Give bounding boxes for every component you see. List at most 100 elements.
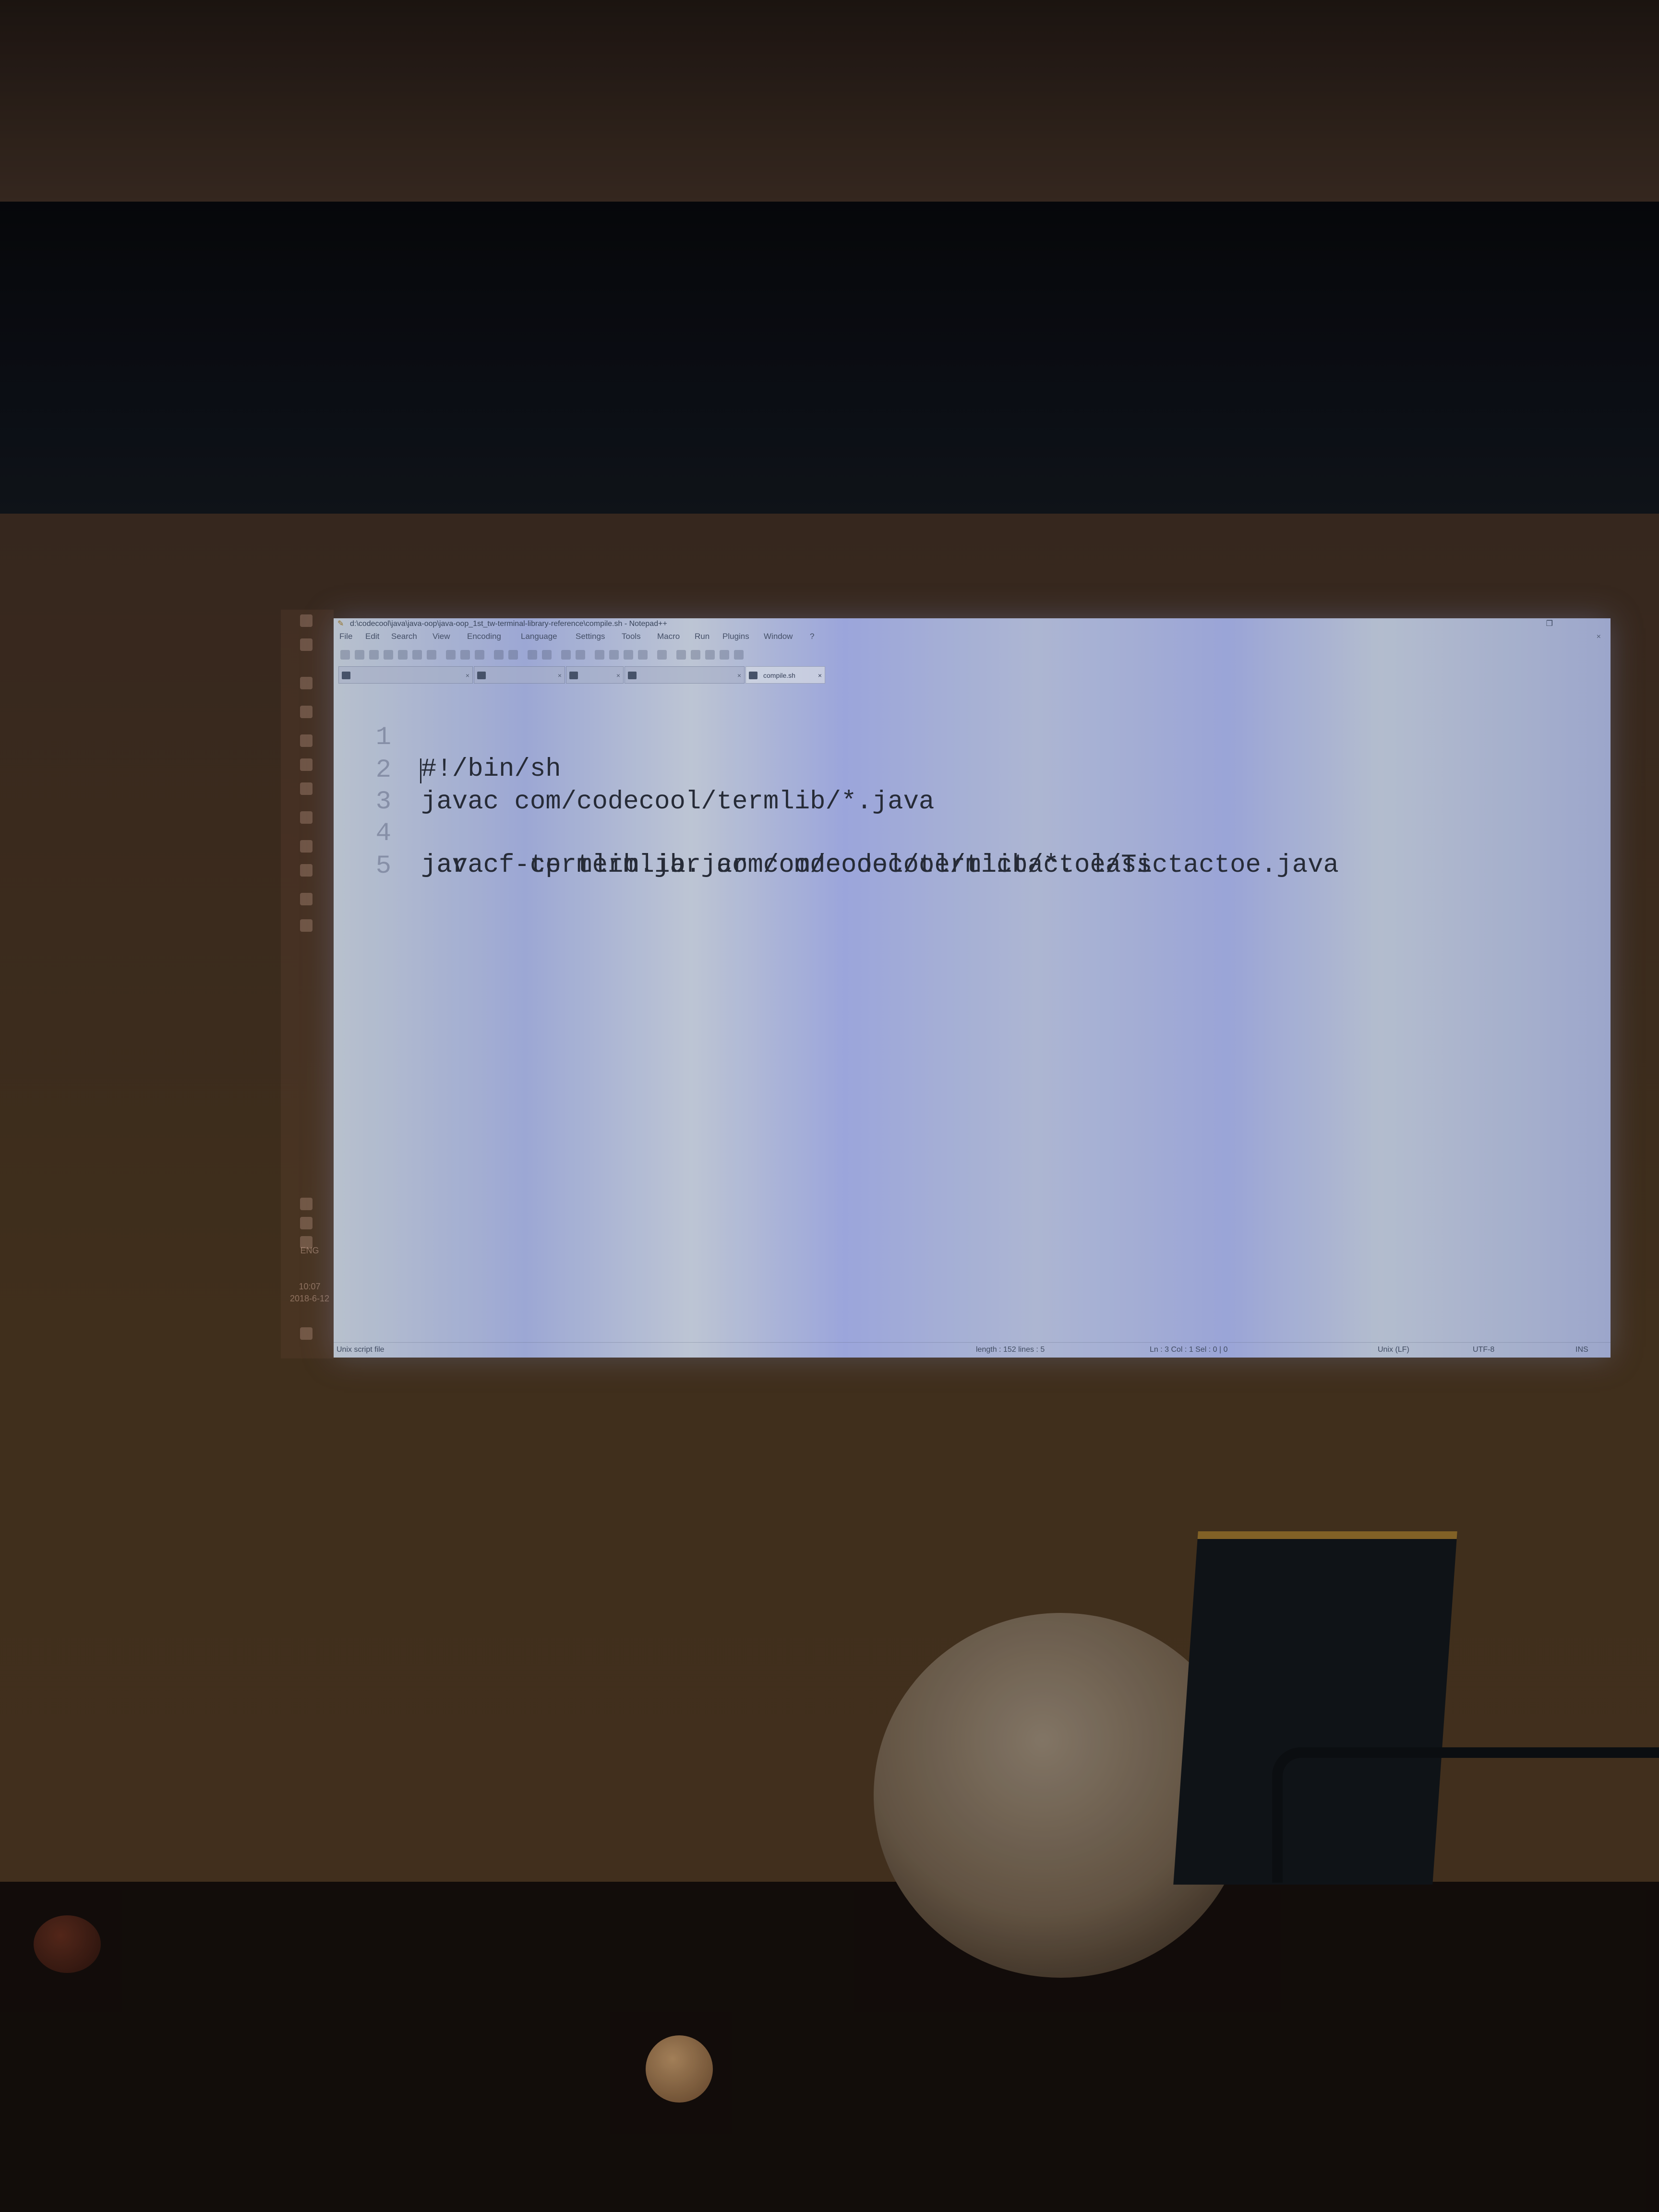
menu-language[interactable]: Language bbox=[521, 632, 557, 641]
file-icon bbox=[342, 672, 350, 679]
sync-scroll-icon[interactable] bbox=[595, 650, 604, 660]
app-icon[interactable] bbox=[300, 811, 313, 824]
status-bar: Unix script file length : 152 lines : 5 … bbox=[334, 1342, 1611, 1357]
input-language-indicator[interactable]: ENG bbox=[286, 1246, 334, 1256]
find-icon[interactable] bbox=[528, 650, 537, 660]
tab-close-icon[interactable]: × bbox=[466, 667, 469, 683]
status-position[interactable]: Ln : 3 Col : 1 Sel : 0 | 0 bbox=[1150, 1343, 1227, 1357]
save-icon[interactable] bbox=[369, 650, 379, 660]
record-macro-icon[interactable] bbox=[676, 650, 686, 660]
show-all-chars-icon[interactable] bbox=[624, 650, 633, 660]
app-icon[interactable] bbox=[300, 893, 313, 905]
toolbar bbox=[340, 648, 964, 662]
code-editor[interactable]: 1 #!/bin/sh 2 javac com/codecool/termlib… bbox=[334, 690, 1611, 1334]
status-length: length : 152 lines : 5 bbox=[976, 1346, 1045, 1354]
windows-taskbar: ENG 10:07 2018-6-12 bbox=[281, 610, 334, 1358]
stop-macro-icon[interactable] bbox=[691, 650, 700, 660]
code-line: 1 #!/bin/sh bbox=[334, 690, 1611, 784]
play-macro-icon[interactable] bbox=[705, 650, 715, 660]
document-tab[interactable]: × bbox=[625, 666, 745, 684]
code-line: 5 bbox=[334, 819, 1611, 881]
network-icon[interactable] bbox=[300, 1217, 313, 1229]
chair-arm bbox=[1272, 1747, 1659, 1883]
windows-start-icon[interactable] bbox=[300, 614, 313, 627]
app-icon[interactable] bbox=[300, 758, 313, 771]
new-file-icon[interactable] bbox=[340, 650, 350, 660]
menu-window[interactable]: Window bbox=[764, 632, 793, 641]
status-file-type: Unix script file bbox=[337, 1346, 385, 1354]
save-macro-icon[interactable] bbox=[734, 650, 744, 660]
clock-time[interactable]: 10:07 bbox=[286, 1282, 334, 1292]
file-icon bbox=[569, 672, 578, 679]
menu-settings[interactable]: Settings bbox=[576, 632, 605, 641]
menu-help[interactable]: ? bbox=[810, 632, 814, 641]
word-wrap-icon[interactable] bbox=[609, 650, 619, 660]
status-insert-mode[interactable]: INS bbox=[1575, 1343, 1588, 1357]
copy-icon[interactable] bbox=[460, 650, 470, 660]
notepad-plus-plus-window: ✎ d:\codecool\java\java-oop\java-oop_1st… bbox=[334, 618, 1611, 1358]
zoom-out-icon[interactable] bbox=[576, 650, 585, 660]
tab-close-icon[interactable]: × bbox=[558, 667, 562, 683]
menu-view[interactable]: View bbox=[433, 632, 450, 641]
close-document-icon[interactable]: × bbox=[1597, 633, 1601, 641]
close-icon[interactable] bbox=[398, 650, 408, 660]
print-icon[interactable] bbox=[427, 650, 436, 660]
menu-search[interactable]: Search bbox=[391, 632, 417, 641]
text-caret bbox=[420, 758, 421, 783]
tab-close-icon[interactable]: × bbox=[737, 667, 741, 683]
notepad-plus-plus-icon[interactable] bbox=[300, 840, 313, 853]
small-ball bbox=[34, 1915, 101, 1973]
status-eol[interactable]: Unix (LF) bbox=[1378, 1343, 1409, 1357]
tab-close-icon[interactable]: × bbox=[616, 667, 620, 683]
notification-icon[interactable] bbox=[300, 1327, 313, 1340]
file-icon bbox=[477, 672, 486, 679]
menu-encoding[interactable]: Encoding bbox=[467, 632, 501, 641]
ceiling-beam bbox=[0, 202, 1659, 514]
chrome-icon[interactable] bbox=[300, 677, 313, 689]
app-icon[interactable] bbox=[300, 919, 313, 932]
document-tab[interactable]: × bbox=[474, 666, 565, 684]
cut-icon[interactable] bbox=[446, 650, 456, 660]
code-line: 3 jar cf termlib.jar com/codecool/termli… bbox=[334, 755, 1611, 880]
menu-run[interactable]: Run bbox=[695, 632, 709, 641]
open-file-icon[interactable] bbox=[355, 650, 364, 660]
restore-window-icon[interactable]: ❐ bbox=[1546, 618, 1553, 630]
notepad-plus-plus-icon: ✎ bbox=[337, 620, 344, 628]
replace-icon[interactable] bbox=[542, 650, 552, 660]
folder-as-workspace-icon[interactable] bbox=[657, 650, 667, 660]
code-line: 2 javac com/codecool/termlib/*.java bbox=[334, 723, 1611, 817]
close-all-icon[interactable] bbox=[412, 650, 422, 660]
file-icon bbox=[749, 672, 757, 679]
zoom-in-icon[interactable] bbox=[561, 650, 571, 660]
menu-edit[interactable]: Edit bbox=[365, 632, 379, 641]
document-tab[interactable]: × bbox=[566, 666, 624, 684]
window-title: d:\codecool\java\java-oop\java-oop_1st_t… bbox=[350, 620, 667, 628]
file-explorer-icon[interactable] bbox=[300, 706, 313, 718]
indent-guide-icon[interactable] bbox=[638, 650, 648, 660]
menu-tools[interactable]: Tools bbox=[622, 632, 641, 641]
menu-plugins[interactable]: Plugins bbox=[722, 632, 749, 641]
code-text[interactable]: javac -cp termlib.jar com/codecool/ticta… bbox=[421, 850, 1339, 881]
document-tab-compile-sh[interactable]: compile.sh × bbox=[745, 666, 825, 684]
document-tab[interactable]: × bbox=[338, 666, 473, 684]
app-icon[interactable] bbox=[300, 734, 313, 747]
run-macro-multiple-icon[interactable] bbox=[720, 650, 729, 660]
save-all-icon[interactable] bbox=[384, 650, 393, 660]
code-line: 4 javac -cp termlib.jar com/codecool/tic… bbox=[334, 786, 1611, 880]
status-encoding[interactable]: UTF-8 bbox=[1473, 1343, 1494, 1357]
paste-icon[interactable] bbox=[475, 650, 484, 660]
redo-icon[interactable] bbox=[508, 650, 518, 660]
app-icon[interactable] bbox=[300, 864, 313, 877]
chevron-up-icon[interactable] bbox=[300, 1198, 313, 1210]
clock-date[interactable]: 2018-6-12 bbox=[286, 1294, 334, 1304]
tab-label: compile.sh bbox=[763, 672, 795, 679]
menu-macro[interactable]: Macro bbox=[657, 632, 680, 641]
menu-file[interactable]: File bbox=[339, 632, 352, 641]
search-icon[interactable] bbox=[300, 638, 313, 651]
small-ball bbox=[646, 2035, 713, 2103]
undo-icon[interactable] bbox=[494, 650, 504, 660]
tab-close-icon[interactable]: × bbox=[818, 667, 822, 683]
file-icon bbox=[628, 672, 637, 679]
app-icon[interactable] bbox=[300, 782, 313, 795]
line-number: 5 bbox=[375, 852, 391, 881]
